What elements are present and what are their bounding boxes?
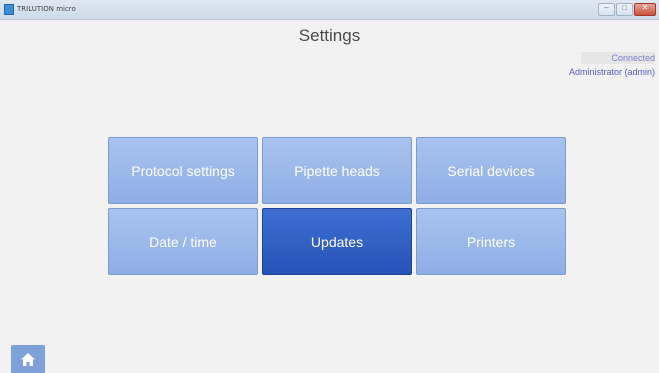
protocol-settings-tile[interactable]: Protocol settings	[108, 137, 258, 204]
minimize-button[interactable]: –	[598, 3, 615, 16]
app-icon	[4, 4, 14, 15]
current-user[interactable]: Administrator (admin)	[569, 67, 655, 77]
window-titlebar: TRILUTION micro – □ ✕	[0, 0, 659, 20]
window-title: TRILUTION micro	[17, 5, 76, 13]
page-title: Settings	[298, 26, 361, 45]
home-icon	[21, 353, 35, 366]
printers-tile[interactable]: Printers	[416, 208, 566, 275]
date-time-tile[interactable]: Date / time	[108, 208, 258, 275]
serial-devices-tile[interactable]: Serial devices	[416, 137, 566, 204]
updates-tile[interactable]: Updates	[262, 208, 412, 275]
close-icon: ✕	[641, 3, 649, 12]
close-button[interactable]: ✕	[634, 3, 656, 16]
window-controls: – □ ✕	[598, 3, 656, 16]
minimize-icon: –	[604, 3, 609, 12]
connection-status: Connected	[581, 52, 655, 64]
maximize-icon: □	[622, 3, 627, 12]
home-button[interactable]	[11, 345, 45, 373]
settings-tiles: Protocol settings Pipette heads Serial d…	[108, 137, 566, 275]
status-block: Connected Administrator (admin)	[569, 48, 655, 77]
pipette-heads-tile[interactable]: Pipette heads	[262, 137, 412, 204]
maximize-button[interactable]: □	[616, 3, 633, 16]
